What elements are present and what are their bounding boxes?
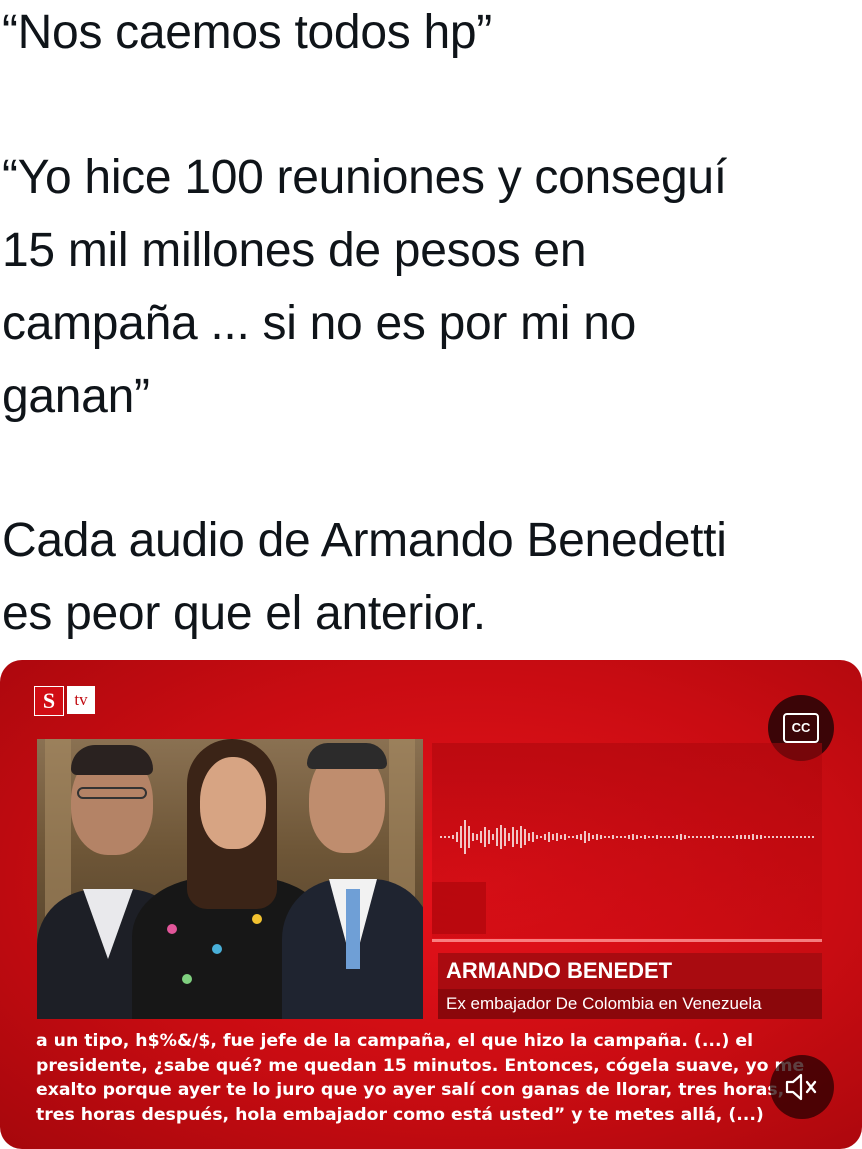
semana-tv-logo: S tv — [34, 686, 95, 716]
lower-third-name: ARMANDO BENEDET — [438, 953, 822, 989]
lower-third-role: Ex embajador De Colombia en Venezuela — [438, 989, 822, 1019]
audio-waveform — [440, 820, 814, 854]
tweet-paragraph-1: “Nos caemos todos hp” — [2, 6, 492, 59]
tweet-paragraph-3: Cada audio de Armando Benedetti es peor … — [2, 514, 727, 640]
closed-captions-icon: CC — [783, 713, 819, 743]
mute-button[interactable] — [770, 1055, 834, 1119]
video-captions: a un tipo, h$%&/$, fue jefe de la campañ… — [36, 1029, 826, 1127]
logo-s: S — [34, 686, 64, 716]
logo-tv: tv — [67, 686, 95, 714]
tweet-paragraph-2: “Yo hice 100 reuniones y conseguí 15 mil… — [2, 151, 727, 423]
video-player[interactable]: S tv CC ARMANDO BENEDET Ex embajador De … — [0, 660, 862, 1149]
caption-line: tres horas después, hola embajador como … — [36, 1104, 764, 1125]
caption-line: exalto porque ayer te lo juro que yo aye… — [36, 1080, 785, 1100]
panel-accent-block — [432, 882, 486, 934]
video-photo — [37, 739, 423, 1019]
lower-third-rule — [432, 939, 822, 942]
caption-line: presidente, ¿sabe qué? me quedan 15 minu… — [36, 1055, 805, 1076]
volume-muted-icon — [785, 1073, 817, 1101]
caption-line: a un tipo, h$%&/$, fue jefe de la campañ… — [36, 1031, 754, 1051]
